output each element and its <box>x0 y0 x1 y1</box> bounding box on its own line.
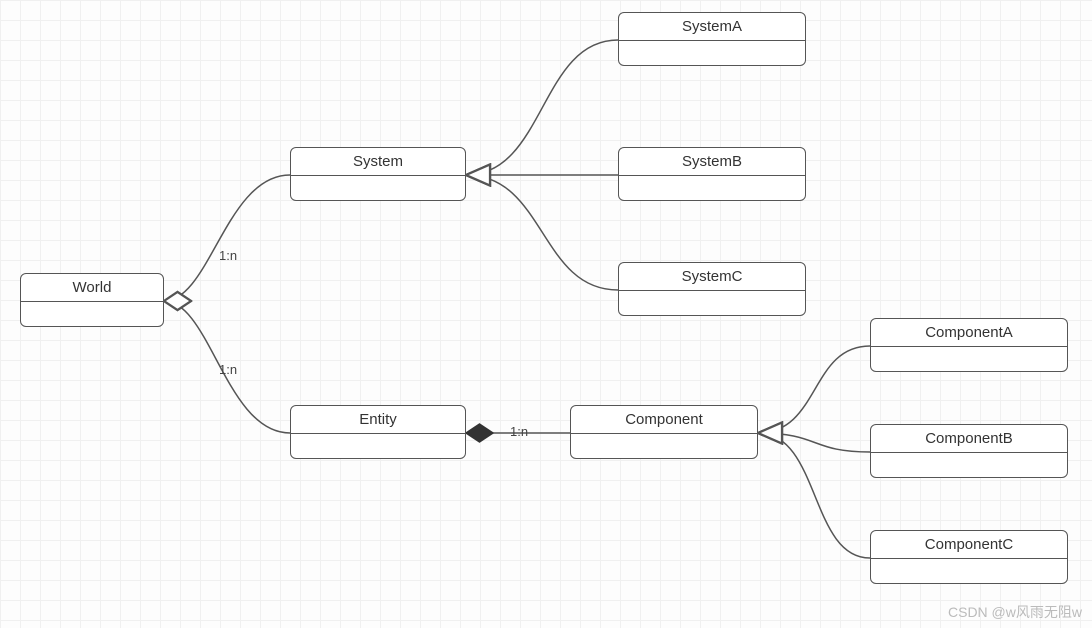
node-world[interactable]: World <box>20 273 164 327</box>
node-componentB-label: ComponentB <box>871 425 1067 453</box>
node-componentB[interactable]: ComponentB <box>870 424 1068 478</box>
node-entity-label: Entity <box>291 406 465 434</box>
edge-system-a <box>466 40 618 175</box>
node-systemA-label: SystemA <box>619 13 805 41</box>
node-component-label: Component <box>571 406 757 434</box>
edge-world-system <box>164 175 290 301</box>
node-systemA-body <box>619 41 805 65</box>
node-componentA-body <box>871 347 1067 371</box>
node-systemB[interactable]: SystemB <box>618 147 806 201</box>
node-componentC-body <box>871 559 1067 583</box>
node-componentC-label: ComponentC <box>871 531 1067 559</box>
node-componentC[interactable]: ComponentC <box>870 530 1068 584</box>
node-componentA[interactable]: ComponentA <box>870 318 1068 372</box>
node-component-body <box>571 434 757 458</box>
node-systemB-body <box>619 176 805 200</box>
node-system-label: System <box>291 148 465 176</box>
node-component[interactable]: Component <box>570 405 758 459</box>
node-entity-body <box>291 434 465 458</box>
node-systemC-body <box>619 291 805 315</box>
node-world-label: World <box>21 274 163 302</box>
edge-label-entity-component: 1:n <box>510 424 528 439</box>
node-systemC-label: SystemC <box>619 263 805 291</box>
edge-component-c <box>758 433 870 558</box>
watermark: CSDN @w风雨无阻w <box>948 602 1082 622</box>
edge-label-world-system: 1:n <box>219 248 237 263</box>
node-componentA-label: ComponentA <box>871 319 1067 347</box>
node-system[interactable]: System <box>290 147 466 201</box>
node-entity[interactable]: Entity <box>290 405 466 459</box>
edge-label-world-entity: 1:n <box>219 362 237 377</box>
node-system-body <box>291 176 465 200</box>
edge-component-a <box>758 346 870 433</box>
node-systemA[interactable]: SystemA <box>618 12 806 66</box>
node-systemC[interactable]: SystemC <box>618 262 806 316</box>
edge-system-c <box>466 175 618 290</box>
node-world-body <box>21 302 163 326</box>
node-componentB-body <box>871 453 1067 477</box>
node-systemB-label: SystemB <box>619 148 805 176</box>
edge-component-b <box>758 433 870 452</box>
